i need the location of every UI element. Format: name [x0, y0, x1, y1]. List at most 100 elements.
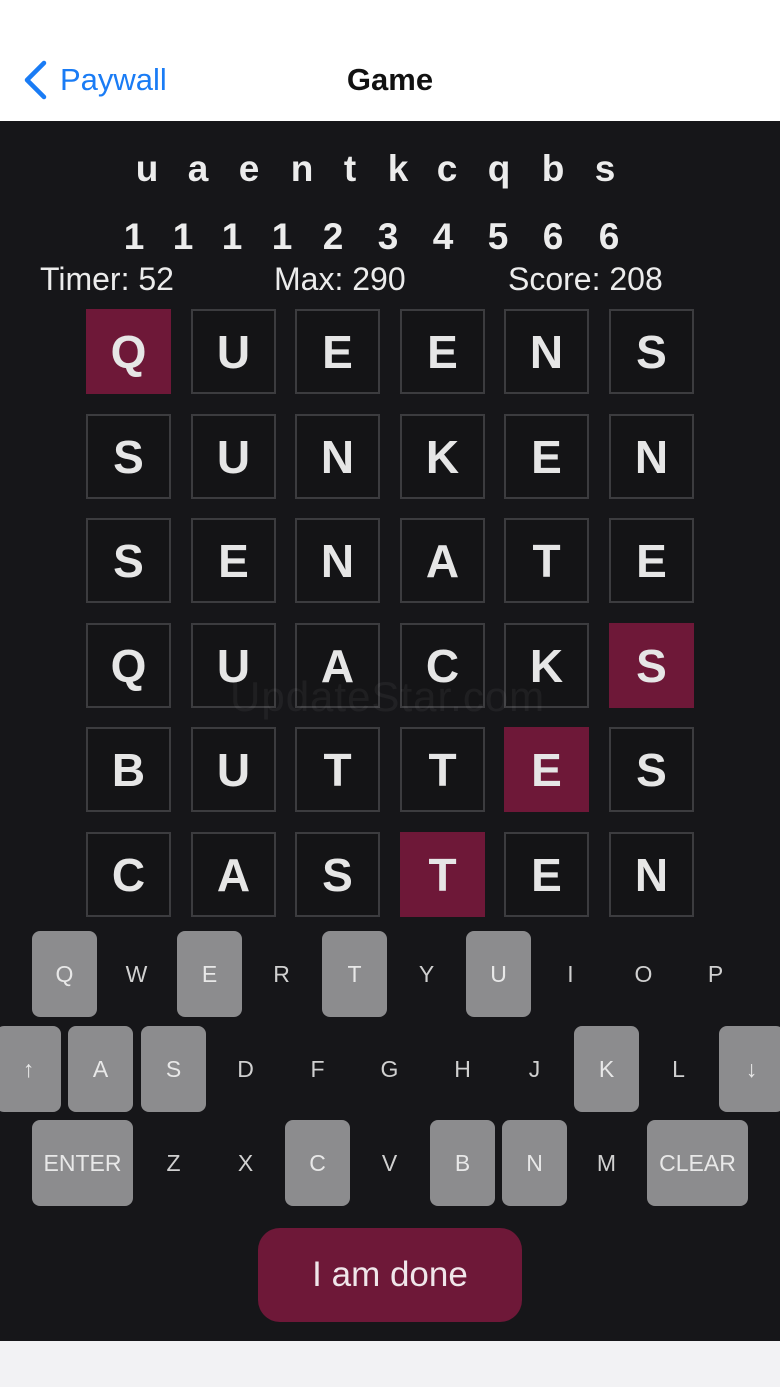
grid-tile[interactable]: U	[191, 309, 276, 394]
key-n[interactable]: N	[502, 1120, 567, 1206]
key-j[interactable]: J	[502, 1026, 567, 1112]
key-g[interactable]: G	[357, 1026, 422, 1112]
key-h[interactable]: H	[430, 1026, 495, 1112]
key-v[interactable]: V	[357, 1120, 422, 1206]
key-t[interactable]: T	[322, 931, 387, 1017]
grid-tile[interactable]: S	[609, 623, 694, 708]
grid-tile[interactable]: E	[609, 518, 694, 603]
available-letter: e	[238, 148, 260, 189]
grid-tile[interactable]: E	[191, 518, 276, 603]
grid-tile[interactable]: Q	[86, 309, 171, 394]
grid-tile[interactable]: Q	[86, 623, 171, 708]
letter-value: 1	[221, 216, 243, 257]
grid-tile[interactable]: B	[86, 727, 171, 812]
grid-tile[interactable]: E	[295, 309, 380, 394]
grid-tile[interactable]: N	[295, 414, 380, 499]
grid-row: CASTEN	[86, 832, 694, 917]
letter-value: 1	[172, 216, 194, 257]
grid-tile[interactable]: S	[86, 414, 171, 499]
stats-bar: Timer: 52 Max: 290 Score: 208	[0, 259, 780, 299]
grid-tile[interactable]: S	[609, 309, 694, 394]
letter-values: 1111234566	[0, 217, 780, 257]
key-f[interactable]: F	[285, 1026, 350, 1112]
key-m[interactable]: M	[574, 1120, 639, 1206]
letter-value: 6	[542, 216, 564, 257]
grid-row: SENATE	[86, 518, 694, 603]
key-s[interactable]: S	[141, 1026, 206, 1112]
grid-tile[interactable]: E	[504, 414, 589, 499]
available-letters: uaentkcqbs	[0, 149, 780, 189]
shift-up-key[interactable]: ↑	[0, 1026, 61, 1112]
grid-tile[interactable]: T	[400, 832, 485, 917]
done-button[interactable]: I am done	[258, 1228, 522, 1322]
key-p[interactable]: P	[683, 931, 748, 1017]
key-r[interactable]: R	[249, 931, 314, 1017]
grid-tile[interactable]: C	[86, 832, 171, 917]
key-b[interactable]: B	[430, 1120, 495, 1206]
grid-tile[interactable]: N	[295, 518, 380, 603]
grid-tile[interactable]: E	[504, 832, 589, 917]
key-y[interactable]: Y	[394, 931, 459, 1017]
key-o[interactable]: O	[611, 931, 676, 1017]
letter-value: 5	[487, 216, 509, 257]
grid-row: BUTTES	[86, 727, 694, 812]
available-letter: s	[594, 148, 616, 189]
key-w[interactable]: W	[104, 931, 169, 1017]
letter-value: 1	[123, 216, 145, 257]
key-e[interactable]: E	[177, 931, 242, 1017]
available-letter: a	[187, 148, 209, 189]
page-title: Game	[346, 62, 434, 97]
grid-tile[interactable]: T	[295, 727, 380, 812]
key-x[interactable]: X	[213, 1120, 278, 1206]
grid-tile[interactable]: S	[609, 727, 694, 812]
letter-value: 4	[432, 216, 454, 257]
letter-value: 2	[322, 216, 344, 257]
grid-tile[interactable]: E	[400, 309, 485, 394]
on-screen-keyboard: Q W E R T Y U I O P ↑ A S D F G H J K L ↓ ENTER Z X C V B N M CLEAR	[0, 931, 780, 1211]
key-c[interactable]: C	[285, 1120, 350, 1206]
key-u[interactable]: U	[466, 931, 531, 1017]
grid-tile[interactable]: N	[609, 414, 694, 499]
letter-value: 6	[598, 216, 620, 257]
score: Score: 208	[508, 261, 663, 297]
navigation-bar: Paywall Game	[0, 0, 780, 121]
max-score: Max: 290	[274, 261, 406, 297]
available-letter: q	[487, 148, 511, 189]
grid-tile[interactable]: K	[400, 414, 485, 499]
letter-value: 1	[271, 216, 293, 257]
grid-tile[interactable]: E	[504, 727, 589, 812]
grid-tile[interactable]: N	[609, 832, 694, 917]
grid-tile[interactable]: T	[504, 518, 589, 603]
key-k[interactable]: K	[574, 1026, 639, 1112]
grid-tile[interactable]: N	[504, 309, 589, 394]
key-a[interactable]: A	[68, 1026, 133, 1112]
available-letter: t	[343, 148, 357, 189]
shift-down-key[interactable]: ↓	[719, 1026, 780, 1112]
key-i[interactable]: I	[538, 931, 603, 1017]
available-letter: k	[387, 148, 409, 189]
clear-key[interactable]: CLEAR	[647, 1120, 748, 1206]
key-z[interactable]: Z	[141, 1120, 206, 1206]
grid-row: SUNKEN	[86, 414, 694, 499]
grid-tile[interactable]: A	[191, 832, 276, 917]
enter-key[interactable]: ENTER	[32, 1120, 133, 1206]
grid-tile[interactable]: U	[191, 727, 276, 812]
game-area: uaentkcqbs 1111234566 Timer: 52 Max: 290…	[0, 121, 780, 1341]
timer: Timer: 52	[40, 261, 174, 297]
key-l[interactable]: L	[646, 1026, 711, 1112]
available-letter: c	[436, 148, 458, 189]
available-letter: n	[290, 148, 314, 189]
grid-tile[interactable]: A	[400, 518, 485, 603]
grid-tile[interactable]: S	[86, 518, 171, 603]
key-q[interactable]: Q	[32, 931, 97, 1017]
word-grid: QUEENSSUNKENSENATEQUACKSBUTTESCASTEN	[86, 309, 694, 917]
grid-row: QUEENS	[86, 309, 694, 394]
available-letter: b	[541, 148, 565, 189]
letter-value: 3	[377, 216, 399, 257]
grid-tile[interactable]: U	[191, 414, 276, 499]
grid-tile[interactable]: T	[400, 727, 485, 812]
grid-tile[interactable]: S	[295, 832, 380, 917]
key-d[interactable]: D	[213, 1026, 278, 1112]
watermark: UpdateStar.com	[230, 673, 546, 720]
available-letter: u	[135, 148, 159, 189]
